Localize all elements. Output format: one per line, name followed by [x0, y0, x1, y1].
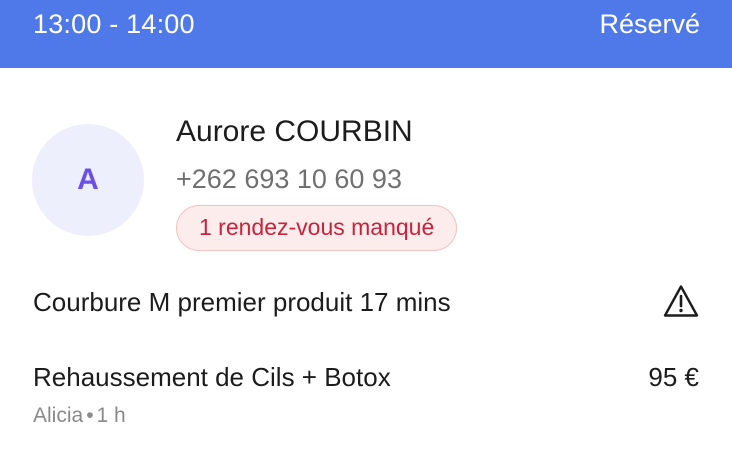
- appointment-header: 13:00 - 14:00 Réservé: [0, 0, 732, 68]
- appointment-status: Réservé: [599, 9, 700, 39]
- warning-triangle-icon[interactable]: [663, 284, 699, 318]
- avatar: A: [32, 124, 144, 236]
- client-name[interactable]: Aurore COURBIN: [176, 114, 413, 150]
- appointment-note: Courbure M premier produit 17 mins: [33, 287, 451, 317]
- missed-appointment-badge: 1 rendez-vous manqué: [176, 205, 458, 251]
- avatar-initial: A: [77, 163, 99, 196]
- service-price: 95 €: [648, 362, 699, 392]
- service-duration: 1 h: [96, 404, 126, 427]
- service-staff: Alicia: [33, 404, 84, 427]
- service-name: Rehaussement de Cils + Botox: [33, 362, 391, 392]
- meta-separator: •: [86, 404, 94, 427]
- service-meta: Alicia • 1 h: [33, 402, 126, 430]
- appointment-card[interactable]: 13:00 - 14:00 Réservé A Aurore COURBIN +…: [0, 0, 732, 460]
- client-phone[interactable]: +262 693 10 60 93: [176, 162, 402, 196]
- appointment-time-range: 13:00 - 14:00: [33, 9, 195, 39]
